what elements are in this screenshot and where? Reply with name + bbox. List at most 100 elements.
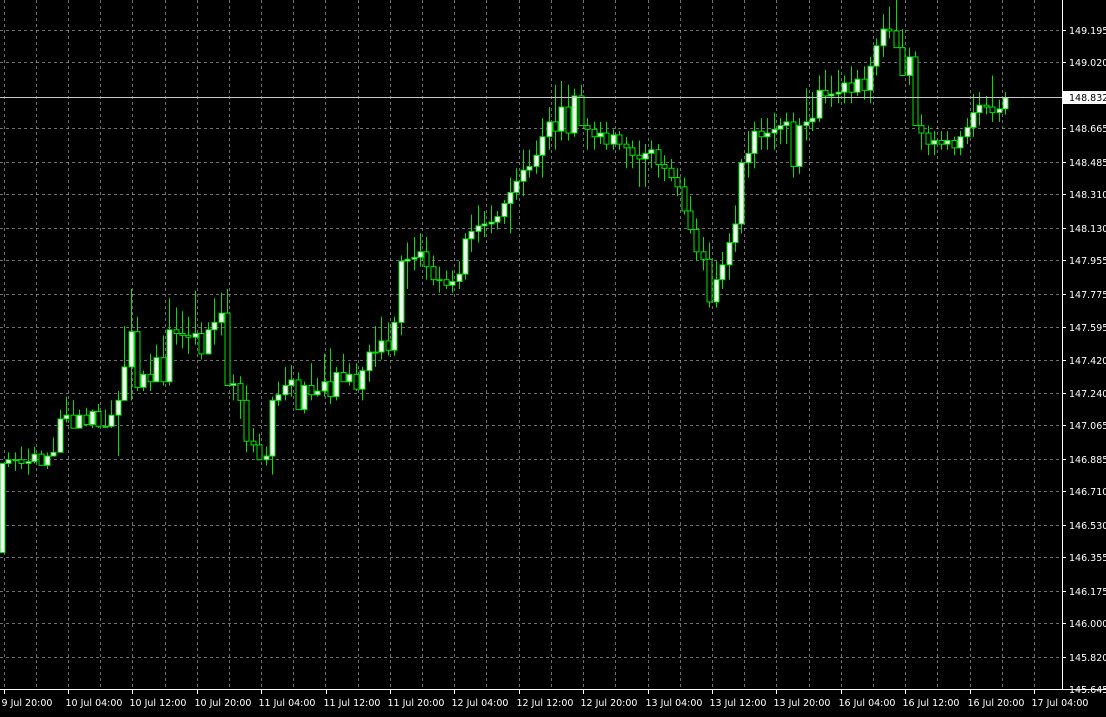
candle-body (822, 89, 829, 97)
candle-body (38, 453, 45, 466)
candle-body (610, 134, 617, 145)
candle-body (591, 128, 598, 138)
y-tick-label: 146.710 (1069, 487, 1106, 498)
y-tick-label: 147.240 (1069, 389, 1106, 400)
candle-body (321, 381, 328, 392)
candlestick-chart: 148.832 149.195 149.020 148.665 148.485 148.… (0, 0, 1106, 713)
candle-body (809, 117, 816, 123)
candle-body (507, 191, 514, 205)
candle-body (565, 106, 572, 134)
candle-body (674, 177, 681, 188)
candle-body (108, 414, 115, 427)
x-tick-label: 13 Jul 20:00 (774, 698, 831, 709)
candle-body (488, 221, 495, 225)
candle-body (211, 321, 218, 331)
candle-body (449, 281, 456, 286)
candle-body (906, 56, 913, 76)
candle-body (520, 169, 527, 182)
candle-body (179, 333, 186, 336)
candle-body (603, 132, 610, 145)
candle-body (314, 390, 321, 396)
candle-body (687, 210, 694, 231)
candle-body (713, 279, 720, 303)
candle-body (796, 125, 803, 167)
candle-body (456, 273, 463, 283)
candle-body (198, 333, 205, 355)
candle-body (578, 95, 585, 127)
candle-body (533, 154, 540, 167)
candle-body (925, 132, 932, 145)
candle-body (996, 108, 1003, 114)
candle-body (256, 444, 263, 461)
candle-body (681, 186, 688, 212)
candle-body (931, 139, 938, 145)
candle-body (50, 451, 57, 457)
y-tick-label: 149.020 (1069, 58, 1106, 69)
candle-body (443, 279, 450, 286)
candle-body (861, 78, 868, 91)
y-tick-label: 146.000 (1069, 619, 1106, 630)
candle-body (308, 384, 315, 396)
candle-body (983, 104, 990, 108)
candle-body (848, 82, 855, 93)
candle-body (153, 357, 160, 383)
candle-body (134, 331, 141, 388)
y-tick-label: 148.485 (1069, 158, 1106, 169)
x-tick-label: 9 Jul 20:00 (2, 698, 53, 709)
candle-body (12, 459, 19, 462)
x-tick-label: 10 Jul 12:00 (130, 698, 187, 709)
y-tick-label: 146.885 (1069, 455, 1106, 466)
candle-body (867, 65, 874, 91)
y-tick-label: 147.775 (1069, 290, 1106, 301)
y-tick-label: 145.820 (1069, 653, 1106, 664)
candle-body (230, 383, 237, 386)
y-tick-label: 145.645 (1069, 685, 1106, 696)
candle-body (964, 126, 971, 138)
candle-body (346, 373, 353, 383)
candle-body (558, 106, 565, 132)
candle-body (912, 56, 919, 127)
candle-body (571, 95, 578, 134)
candle-body (63, 414, 70, 420)
candle-body (764, 132, 771, 138)
x-tick-label: 12 Jul 04:00 (452, 698, 509, 709)
y-tick-label: 147.595 (1069, 323, 1106, 334)
candle-body (783, 121, 790, 127)
price-label: 148.832 (1069, 93, 1106, 104)
x-tick-label: 16 Jul 04:00 (839, 698, 896, 709)
candle-body (147, 373, 154, 383)
candle-body (378, 340, 385, 353)
candle-body (693, 229, 700, 253)
candle-body (301, 384, 308, 411)
candle-body (269, 399, 276, 457)
y-tick-label: 147.420 (1069, 356, 1106, 367)
candle-body (539, 136, 546, 156)
candle-body (430, 266, 437, 281)
y-tick-label: 147.955 (1069, 256, 1106, 267)
candle-body (121, 366, 128, 401)
candle-body (494, 216, 501, 223)
x-tick-label: 11 Jul 04:00 (259, 698, 316, 709)
candle-body (475, 225, 482, 232)
candle-body (288, 379, 295, 386)
candle-body (642, 152, 649, 160)
price-chart[interactable]: 148.832 149.195 149.020 148.665 148.485 148.… (0, 0, 1106, 713)
candle-body (957, 136, 964, 149)
candle-body (295, 379, 302, 411)
candle-body (173, 329, 180, 335)
candle-body (719, 264, 726, 281)
candle-body (668, 167, 675, 179)
candle-body (616, 134, 623, 145)
candle-body (629, 147, 636, 156)
x-tick-label: 10 Jul 04:00 (66, 698, 123, 709)
y-tick-label: 146.355 (1069, 553, 1106, 564)
candle-body (398, 260, 405, 323)
candle-body (513, 180, 520, 193)
candle-body (790, 121, 797, 167)
candle-body (771, 128, 778, 134)
candle-body (462, 238, 469, 275)
candle-body (918, 125, 925, 134)
candle-body (854, 78, 861, 93)
candle-body (95, 410, 102, 427)
y-tick-label: 148.310 (1069, 190, 1106, 201)
